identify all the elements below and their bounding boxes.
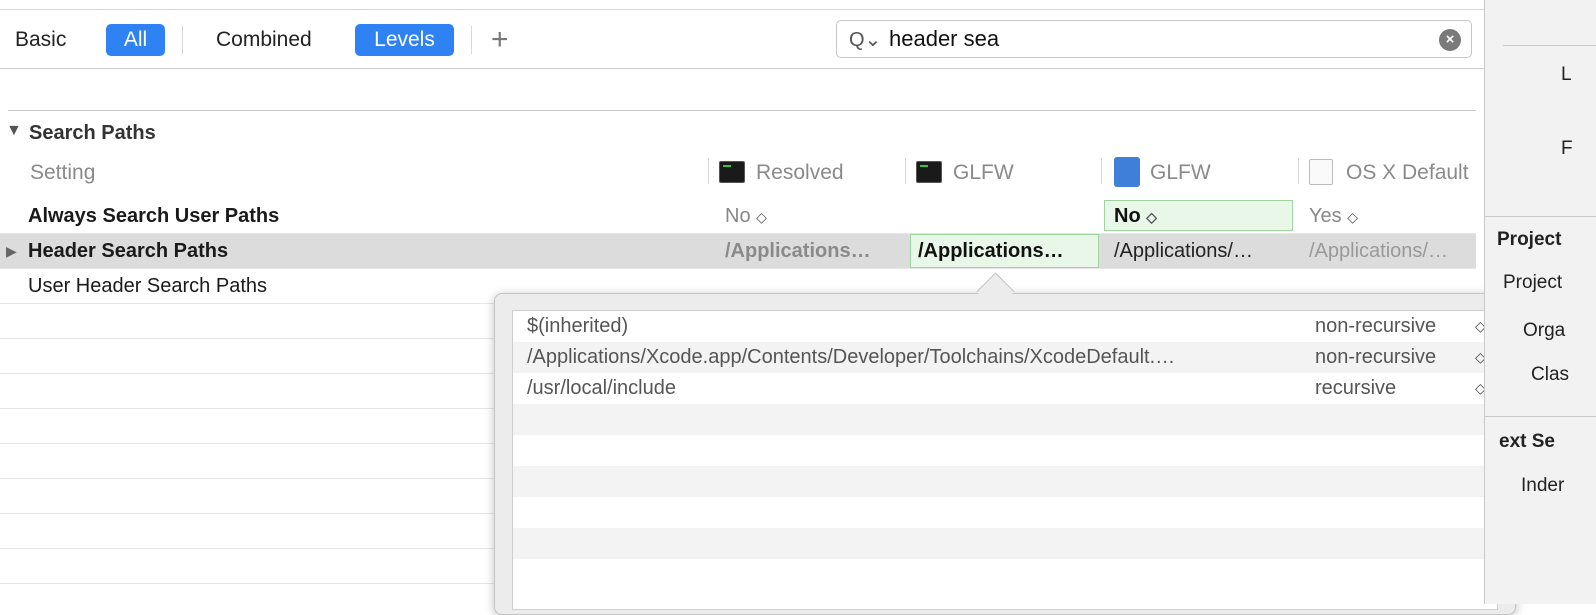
levels-tab[interactable]: Levels [355,24,454,56]
table-row[interactable]: Always Search User Paths No ◇ No ◇ Yes ◇ [0,199,1476,234]
glfw-project-value[interactable]: No ◇ [1114,199,1157,234]
table-row-selected[interactable]: ▶ Header Search Paths /Applications… /Ap… [0,234,1476,269]
toolbar-separator [471,26,472,54]
updown-icon: ◇ [756,209,767,225]
glfw-project-value[interactable]: /Applications/… [1114,234,1292,268]
osx-default-value: Yes ◇ [1309,205,1358,227]
disclosure-triangle-open-icon[interactable]: ▼ [6,122,22,140]
column-header-glfw-target: GLFW [953,161,1014,184]
setting-name: Header Search Paths [28,240,229,262]
empty-list-row [513,559,1497,590]
inspector-label: Orga [1523,320,1566,341]
column-separator [1101,158,1102,184]
search-path-list[interactable]: $(inherited) non-recursive ◇ /Applicatio… [512,310,1498,610]
terminal-icon [916,161,942,183]
updown-icon: ◇ [1146,209,1158,225]
list-item[interactable]: /Applications/Xcode.app/Contents/Develop… [513,342,1497,373]
recursion-mode[interactable]: non-recursive [1315,311,1436,342]
updown-icon: ◇ [1347,209,1358,225]
search-icon[interactable]: Q⌄ [849,27,881,52]
empty-list-row [513,497,1497,528]
default-settings-icon [1309,159,1333,185]
empty-list-row [513,528,1497,559]
resolved-value: No ◇ [725,205,767,227]
column-separator [708,158,709,184]
inspector-divider [1503,45,1596,46]
setting-name: Always Search User Paths [28,205,280,227]
inspector-label: Inder [1521,475,1565,496]
inspector-divider [1485,416,1596,417]
recursion-mode[interactable]: non-recursive [1315,342,1436,373]
osx-default-value: /Applications/… [1309,240,1448,262]
terminal-icon [719,161,745,183]
list-item[interactable]: $(inherited) non-recursive ◇ [513,311,1497,342]
toolbar-separator [182,26,183,54]
inspector-label: Project [1503,272,1563,293]
search-input[interactable] [889,24,1429,54]
column-header-osx-default: OS X Default [1346,161,1469,184]
inspector-label: L [1561,64,1572,85]
column-header-resolved: Resolved [756,161,844,184]
empty-list-row [513,404,1497,435]
recursion-mode[interactable]: recursive [1315,373,1396,404]
inspector-label: Clas [1531,364,1570,385]
list-item[interactable]: /usr/local/include recursive ◇ [513,373,1497,404]
empty-list-row [513,435,1497,466]
project-file-icon [1114,157,1140,187]
setting-name: User Header Search Paths [28,275,268,297]
path-value[interactable]: /Applications/Xcode.app/Contents/Develop… [527,342,1297,373]
search-field[interactable]: Q⌄ × [836,20,1472,58]
inspector-label: F [1561,138,1573,159]
inspector-section-title: ext Se [1499,431,1555,452]
combined-tab[interactable]: Combined [216,26,312,54]
basic-tab[interactable]: Basic [15,26,66,54]
all-tab[interactable]: All [106,24,165,56]
path-value[interactable]: $(inherited) [527,311,1297,342]
glfw-target-value[interactable]: /Applications… [918,234,1096,268]
disclosure-triangle-closed-icon[interactable]: ▶ [6,243,17,260]
column-header-glfw-project: GLFW [1150,161,1211,184]
content-divider [8,110,1476,111]
inspector-panel: L F Project Project Orga Clas ext Se Ind… [1484,0,1596,604]
column-header-setting: Setting [30,161,96,184]
add-setting-button[interactable]: + [491,25,509,55]
empty-list-row [513,466,1497,497]
column-separator [905,158,906,184]
column-separator [1298,158,1299,184]
path-value[interactable]: /usr/local/include [527,373,1297,404]
resolved-value: /Applications… [725,240,871,262]
top-divider [0,9,1484,10]
section-title: Search Paths [29,122,156,144]
inspector-divider [1485,216,1596,217]
clear-search-icon[interactable]: × [1439,29,1461,51]
inspector-section-title: Project [1497,229,1562,250]
